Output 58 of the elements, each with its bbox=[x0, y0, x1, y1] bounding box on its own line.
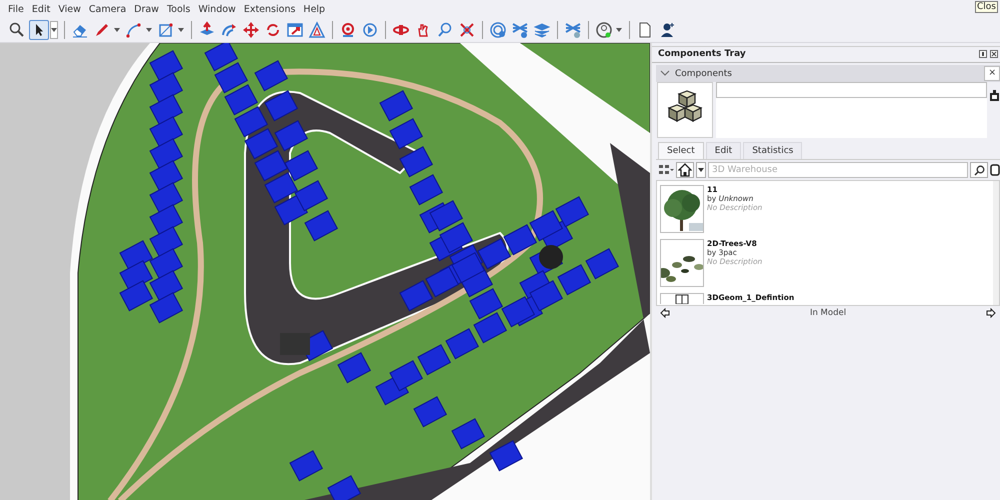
chevron-icon bbox=[660, 70, 670, 77]
menu-item[interactable]: Camera bbox=[84, 2, 130, 16]
close-icon[interactable] bbox=[990, 50, 998, 58]
dropdown-button[interactable] bbox=[50, 21, 58, 39]
close-button[interactable]: × bbox=[984, 66, 1000, 81]
tray-title: Components Tray bbox=[658, 49, 746, 59]
pencil-icon bbox=[93, 21, 111, 39]
caret-icon bbox=[616, 28, 622, 32]
back-arrow-icon[interactable] bbox=[660, 308, 670, 318]
stacked-rings-icon bbox=[489, 21, 507, 39]
forward-arrow-icon[interactable] bbox=[986, 308, 996, 318]
section-header[interactable]: Components × bbox=[656, 65, 1000, 82]
menu-item[interactable]: Draw bbox=[130, 2, 163, 16]
scrollbar[interactable] bbox=[993, 181, 999, 305]
caret-icon bbox=[698, 168, 704, 172]
home-icon bbox=[678, 163, 692, 177]
home-button[interactable] bbox=[676, 162, 694, 178]
caret-icon bbox=[51, 28, 57, 32]
view-options-icon[interactable] bbox=[658, 163, 674, 177]
caret-icon bbox=[178, 28, 184, 32]
layers-icon bbox=[533, 21, 551, 39]
arc-icon bbox=[125, 21, 143, 39]
person-circle-icon bbox=[595, 21, 613, 39]
tool-button[interactable] bbox=[29, 20, 49, 40]
curved-arrows-icon bbox=[220, 21, 238, 39]
collection-label: In Model bbox=[810, 308, 846, 318]
section-title: Components bbox=[675, 68, 733, 78]
rectangle-icon bbox=[157, 21, 175, 39]
cross-arrows-icon bbox=[242, 21, 260, 39]
tooltip: Clos bbox=[975, 1, 998, 13]
search-field[interactable]: 3D Warehouse bbox=[708, 162, 968, 178]
tool-button[interactable] bbox=[594, 20, 614, 40]
details-icon[interactable] bbox=[990, 90, 999, 101]
crossed-lines-icon bbox=[564, 21, 582, 39]
name-field[interactable] bbox=[716, 82, 987, 98]
caret-icon bbox=[146, 28, 152, 32]
menu-item[interactable]: Help bbox=[299, 2, 330, 16]
menu-item[interactable]: Tools bbox=[162, 2, 194, 16]
search-icon bbox=[974, 164, 984, 176]
menu-item[interactable]: Extensions bbox=[240, 2, 300, 16]
menu-item[interactable]: Window bbox=[194, 2, 240, 16]
caret-icon bbox=[114, 28, 120, 32]
model-thumbnail bbox=[675, 294, 689, 304]
tab[interactable]: Select bbox=[658, 142, 704, 159]
circular-arrows-icon bbox=[264, 21, 282, 39]
menu-item[interactable]: View bbox=[54, 2, 85, 16]
dropdown-button[interactable] bbox=[696, 162, 706, 178]
menu-item[interactable]: Edit bbox=[28, 2, 54, 16]
search-button[interactable] bbox=[970, 162, 988, 178]
person-icon bbox=[658, 21, 676, 39]
tab[interactable]: Edit bbox=[706, 142, 742, 159]
cross-icon bbox=[458, 21, 476, 39]
magnifier-icon bbox=[436, 21, 454, 39]
triangle-icon bbox=[308, 21, 326, 39]
tab[interactable]: Statistics bbox=[743, 142, 802, 159]
menu-item[interactable]: File bbox=[4, 2, 28, 16]
crossed-lines-icon bbox=[511, 21, 529, 39]
magnifier-icon bbox=[8, 21, 26, 39]
